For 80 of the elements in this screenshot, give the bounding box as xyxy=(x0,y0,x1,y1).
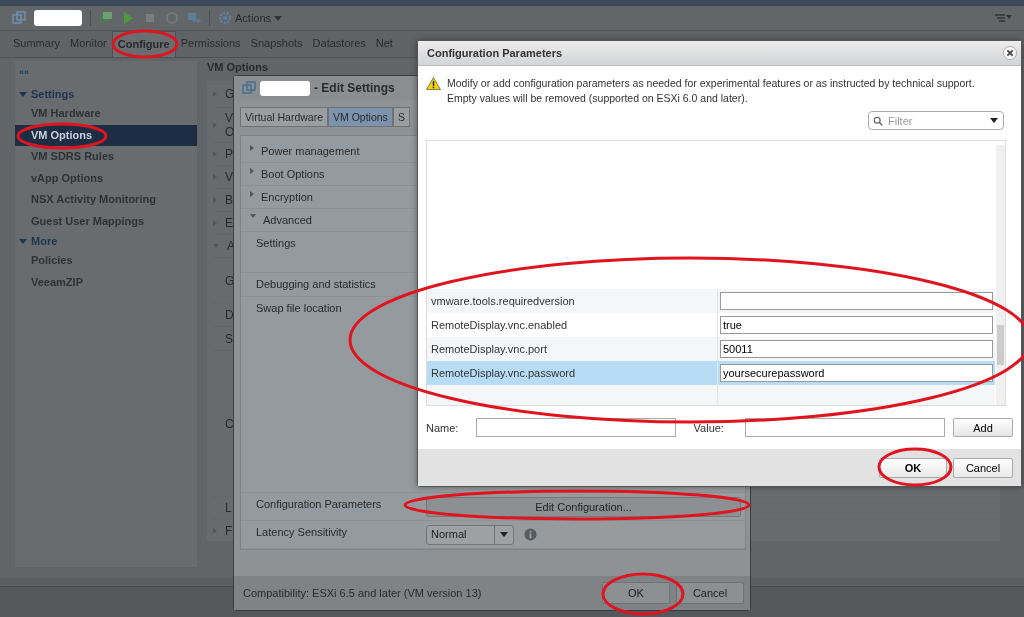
sidebar-item[interactable]: VM Options xyxy=(15,124,197,146)
dialog-button[interactable]: OK xyxy=(602,582,670,604)
sidebar-item[interactable]: vApp Options xyxy=(15,167,197,189)
section-label: Boot Options xyxy=(261,168,325,180)
annotation-ellipse xyxy=(111,29,179,59)
compatibility-text: Compatibility: ESXi 6.5 and later (VM version 13) xyxy=(243,587,482,599)
caret-icon xyxy=(274,15,283,21)
sidebar-item[interactable]: VM Hardware xyxy=(15,103,197,125)
setting-label: Latency Sensitivity xyxy=(255,526,348,538)
dialog-title: Configuration Parameters xyxy=(427,47,563,59)
redaction-mark xyxy=(34,10,82,26)
section-label: Encryption xyxy=(261,191,313,203)
section-label: Advanced xyxy=(263,214,312,226)
warning-icon xyxy=(426,77,441,90)
setting-label: Swap file location xyxy=(255,302,342,314)
row-label: P xyxy=(225,147,233,161)
row-label: E xyxy=(225,216,233,230)
tab[interactable]: Snapshots xyxy=(245,31,308,57)
field-label: Name: xyxy=(426,421,460,434)
value-field[interactable] xyxy=(720,292,993,310)
panel-heading: VM Options xyxy=(207,61,270,75)
info-icon[interactable] xyxy=(524,528,537,541)
row-label: V xyxy=(225,170,233,184)
menu-icon[interactable] xyxy=(994,13,1012,23)
dialog-button[interactable]: Cancel xyxy=(953,457,1013,478)
section-label: Power management xyxy=(261,145,360,157)
row-label: D xyxy=(225,308,234,322)
tab[interactable]: Permissions xyxy=(175,31,246,57)
dialog-title: - Edit Settings xyxy=(314,81,395,95)
tab[interactable]: Monitor xyxy=(65,31,112,57)
table-row[interactable]: vmware.tools.requiredversion xyxy=(427,289,995,313)
tab[interactable]: Net xyxy=(370,31,398,57)
edit-configuration-button[interactable]: Edit Configuration... xyxy=(426,496,741,517)
gear-icon xyxy=(218,11,232,25)
redaction-mark xyxy=(260,80,310,96)
table-row[interactable]: RemoteDisplay.vnc.port 50011 xyxy=(427,337,995,361)
caret-icon xyxy=(500,532,508,537)
sidebar-item[interactable]: VeeamZIP xyxy=(15,271,197,293)
filter-field[interactable]: Filter xyxy=(868,111,1004,130)
scrollbar[interactable] xyxy=(996,145,1005,405)
sidebar-item[interactable]: Guest User Mappings xyxy=(15,210,197,232)
vm-icon xyxy=(12,11,26,25)
name-field[interactable] xyxy=(475,418,676,437)
sidebar-item[interactable]: VM SDRS Rules xyxy=(15,146,197,168)
setting-label: Settings xyxy=(255,237,296,249)
sidebar-item[interactable]: Policies xyxy=(15,250,197,272)
row-label: G xyxy=(225,273,235,288)
value-field[interactable]: 50011 xyxy=(720,340,993,358)
value-input-field[interactable] xyxy=(745,418,946,437)
tab[interactable]: VM Options xyxy=(328,107,393,127)
expand-arrow-icon[interactable] xyxy=(250,145,254,151)
add-button[interactable]: Add xyxy=(953,418,1013,437)
dialog-button[interactable]: Cancel xyxy=(676,582,744,604)
actions-menu[interactable]: Actions xyxy=(218,11,283,25)
table-row[interactable]: RemoteDisplay.vnc.password yoursecurepassword xyxy=(427,361,995,385)
setting-label: Debugging and statistics xyxy=(255,278,376,290)
setting-label: Configuration Parameters xyxy=(255,498,382,510)
row-label: F xyxy=(225,524,233,538)
close-icon[interactable] xyxy=(1003,46,1017,60)
expand-arrow-icon[interactable] xyxy=(250,191,254,197)
vm-icon xyxy=(242,81,256,95)
field-label: Value: xyxy=(693,421,725,434)
dropdown[interactable]: Normal xyxy=(426,524,514,545)
row-label: S xyxy=(225,331,233,346)
instruction-text: Modify or add configuration parameters as needed for experimental features or as instructed by technical support. Empty values will be removed (supported on ESXi 6.0 and later). xyxy=(447,76,976,106)
expand-arrow-icon[interactable] xyxy=(250,168,254,174)
value-field[interactable]: yoursecurepassword xyxy=(720,364,993,382)
value-field[interactable]: true xyxy=(720,316,993,334)
caret-icon xyxy=(990,118,998,123)
collapse-arrow-icon[interactable] xyxy=(250,214,256,218)
play-icon[interactable] xyxy=(121,11,135,25)
row-label: B xyxy=(225,193,233,207)
tab[interactable]: Datastores xyxy=(307,31,371,57)
sidebar-item[interactable]: NSX Activity Monitoring xyxy=(15,189,197,211)
tab[interactable]: Summary xyxy=(8,31,66,57)
tab[interactable]: Virtual Hardware xyxy=(240,107,328,127)
row-label: C xyxy=(225,416,234,431)
dialog-button[interactable]: OK xyxy=(879,457,947,478)
row-label: G xyxy=(225,87,235,101)
row-label: L xyxy=(225,501,232,515)
